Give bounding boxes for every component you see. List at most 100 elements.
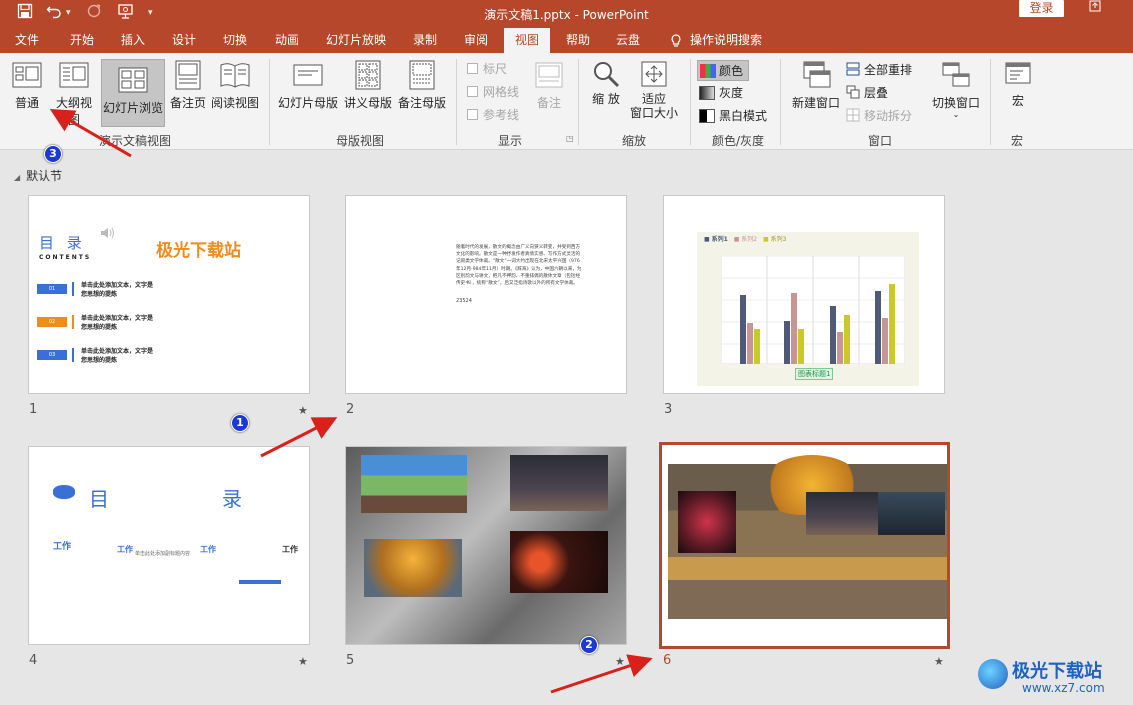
tab-record[interactable]: 录制 [403, 28, 447, 53]
notes-page-button[interactable]: 备注页 [168, 59, 208, 117]
annotation-badge-3: 3 [44, 145, 62, 163]
tab-slideshow[interactable]: 幻灯片放映 [317, 28, 395, 53]
move-split-button[interactable]: 移动拆分 [846, 106, 912, 126]
guides-label: 参考线 [483, 108, 520, 122]
color-button[interactable]: 颜色 [697, 60, 750, 81]
tab-view[interactable]: 视图 [504, 28, 550, 53]
slide1-row-3: 03 单击此处添加文本，文字是 您思想的提炼 [37, 348, 187, 370]
lightbulb-icon [666, 28, 686, 53]
slide-thumbnail-5[interactable] [345, 446, 627, 645]
macros-button[interactable]: 宏 [998, 59, 1038, 117]
ruler-checkbox[interactable]: 标尺 [467, 59, 507, 79]
watermark-name: 极光下载站 [1012, 661, 1102, 682]
group-master-views-label: 母版视图 [335, 134, 384, 148]
slide4-line: 单击此处添加副标题内容 [135, 551, 191, 557]
grayscale-button[interactable]: 灰度 [699, 83, 743, 103]
black-white-button[interactable]: 黑白模式 [699, 106, 767, 126]
login-button[interactable]: 登录 [1019, 0, 1064, 17]
separator [269, 59, 270, 145]
guides-checkbox[interactable]: 参考线 [467, 105, 519, 125]
slide-number-3: 3 [664, 402, 673, 417]
tab-home[interactable]: 开始 [60, 28, 104, 53]
macro-icon [1005, 62, 1031, 84]
slide4-item: 工作 [282, 545, 298, 554]
show-dialog-launcher-icon[interactable]: ◳ [566, 133, 574, 145]
slide4-item: 工作 [200, 545, 216, 554]
notes-toggle-button[interactable]: 备注 [530, 61, 568, 117]
collapse-section-icon[interactable]: ◢ [14, 173, 20, 182]
chart-legend: ■ 系列1 ■ 系列2 ■ 系列3 [704, 236, 787, 243]
slide-thumbnail-6[interactable] [659, 442, 950, 649]
slide3-chart: ■ 系列1 ■ 系列2 ■ 系列3 图表标题1 [697, 232, 919, 386]
tab-design[interactable]: 设计 [162, 28, 206, 53]
outline-view-button[interactable]: 大纲视图 [52, 59, 96, 127]
tab-insert[interactable]: 插入 [111, 28, 155, 53]
separator [990, 59, 991, 145]
fit-to-window-button[interactable]: 适应 窗口大小 [626, 59, 682, 129]
tell-me-search[interactable]: 操作说明搜索 [690, 28, 780, 53]
fit-line2-label: 窗口大小 [629, 106, 678, 120]
transition-star-icon: ★ [615, 655, 625, 668]
notes-page-icon [175, 60, 201, 90]
fit-to-window-icon [641, 61, 667, 87]
chart-bar [798, 329, 804, 364]
chart-plot [721, 256, 905, 364]
speaker-icon [101, 227, 114, 239]
chart-bar [837, 332, 843, 364]
slide-thumbnail-3[interactable]: ■ 系列1 ■ 系列2 ■ 系列3 图表标题1 [663, 195, 945, 394]
tab-animations[interactable]: 动画 [264, 28, 310, 53]
ribbon-display-options-icon[interactable] [1083, 0, 1107, 18]
arrange-all-button[interactable]: 全部重排 [846, 60, 912, 80]
slide1-title: 目 录 [39, 234, 86, 252]
slide6-image [806, 492, 878, 535]
arrange-all-icon [846, 62, 860, 76]
cascade-button[interactable]: 层叠 [846, 83, 888, 103]
cascade-label: 层叠 [864, 86, 889, 100]
tab-help[interactable]: 帮助 [556, 28, 600, 53]
group-zoom-label: 缩放 [621, 134, 646, 148]
slide4-item: 工作 [117, 545, 133, 554]
ribbon-tabs: 文件 开始 插入 设计 切换 动画 幻灯片放映 录制 审阅 视图 帮助 云盘 操… [0, 28, 1133, 53]
tab-file[interactable]: 文件 [5, 28, 49, 53]
chart-bar [740, 295, 746, 364]
tab-transitions[interactable]: 切换 [213, 28, 257, 53]
slide1-row-2: 02 单击此处添加文本，文字是 您思想的提炼 [37, 315, 187, 337]
slide-master-label: 幻灯片母版 [277, 96, 338, 110]
group-macro-label: 宏 [1010, 134, 1023, 148]
tab-review[interactable]: 审阅 [454, 28, 498, 53]
handout-master-button[interactable]: 讲义母版 [342, 59, 394, 117]
window-title: 演示文稿1.pptx - PowerPoint [484, 8, 649, 22]
ruler-check-box[interactable] [467, 63, 478, 74]
slide-number-5: 5 [346, 653, 355, 668]
slide1-row-num: 03 [37, 350, 67, 360]
notes-master-button[interactable]: 备注母版 [396, 59, 448, 117]
transition-star-icon: ★ [298, 655, 308, 668]
new-window-button[interactable]: 新建窗口 [788, 59, 844, 117]
chart-title: 图表标题1 [795, 368, 834, 380]
slide-thumbnail-4[interactable]: 目 录 工作 工作 单击此处添加副标题内容 工作 工作 [28, 446, 310, 645]
slide-thumbnail-2[interactable]: 随着时代的发展，散文的概念由广义向狭义转变，并受到西方文化的影响。散文是一种抒发… [345, 195, 627, 394]
section-header[interactable]: ◢ 默认节 [14, 167, 62, 184]
zoom-button[interactable]: 缩 放 [586, 59, 626, 129]
outline-view-label: 大纲视图 [55, 96, 92, 127]
gridlines-check-box[interactable] [467, 86, 478, 97]
slide-number-6: 6 [663, 653, 672, 668]
normal-view-button[interactable]: 普通 [6, 59, 48, 117]
slide-thumbnail-1[interactable]: 目 录 CONTENTS 极光下载站 01 单击此处添加文本，文字是 您思想的提… [28, 195, 310, 394]
slide-master-button[interactable]: 幻灯片母版 [276, 59, 340, 117]
black-white-label: 黑白模式 [719, 109, 768, 123]
transition-star-icon: ★ [298, 404, 308, 417]
switch-windows-button[interactable]: 切换窗口 ⌄ [928, 59, 984, 129]
tab-cloud[interactable]: 云盘 [606, 28, 650, 53]
cascade-icon [846, 85, 860, 99]
notes-icon [535, 62, 563, 88]
slide-sorter-button[interactable]: 幻灯片浏览 [101, 59, 165, 127]
slide-sorter-label: 幻灯片浏览 [102, 101, 163, 115]
reading-view-button[interactable]: 阅读视图 [210, 59, 260, 117]
slide1-row-num: 01 [37, 284, 67, 294]
legend-series1: 系列1 [711, 236, 728, 243]
slide-number-4: 4 [29, 653, 38, 668]
slide5-image [364, 539, 462, 597]
gridlines-checkbox[interactable]: 网格线 [467, 82, 519, 102]
guides-check-box[interactable] [467, 109, 478, 120]
